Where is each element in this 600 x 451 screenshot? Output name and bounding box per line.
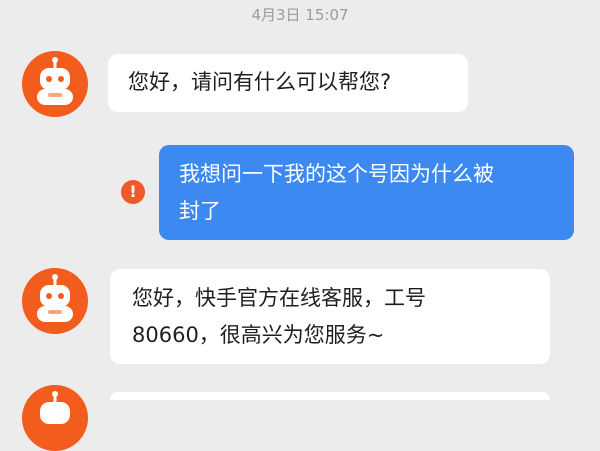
alert-glyph: ! bbox=[129, 182, 137, 201]
robot-icon bbox=[37, 57, 73, 105]
agent-message[interactable] bbox=[110, 392, 550, 400]
agent-avatar[interactable] bbox=[22, 385, 88, 451]
agent-message[interactable]: 您好，请问有什么可以帮您? bbox=[108, 54, 468, 112]
message-text-line-1: 我想问一下我的这个号因为什么被 bbox=[179, 162, 494, 186]
agent-message[interactable]: 您好，快手官方在线客服，工号 80660，很高兴为您服务~ bbox=[110, 269, 550, 364]
alert-icon[interactable]: ! bbox=[121, 180, 145, 204]
message-text-line-2: 封了 bbox=[179, 199, 221, 223]
message-text-line-1: 您好，快手官方在线客服，工号 bbox=[132, 286, 426, 310]
chat-timestamp: 4月3日 15:07 bbox=[251, 6, 349, 24]
agent-avatar[interactable] bbox=[22, 268, 88, 334]
robot-icon bbox=[40, 391, 70, 424]
robot-icon bbox=[37, 274, 73, 322]
agent-avatar[interactable] bbox=[22, 51, 88, 117]
message-text-line-2: 80660，很高兴为您服务~ bbox=[132, 323, 385, 347]
user-message[interactable]: 我想问一下我的这个号因为什么被 封了 bbox=[159, 145, 574, 240]
message-text: 您好，请问有什么可以帮您? bbox=[128, 70, 392, 94]
